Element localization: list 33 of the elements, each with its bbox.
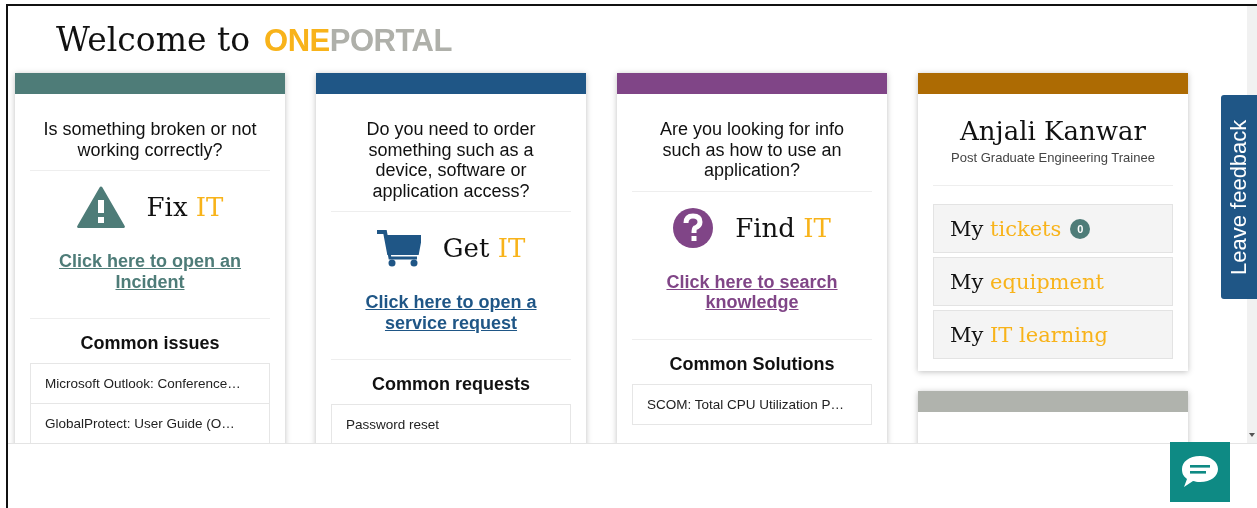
list-item[interactable]: Microsoft Outlook: Conference… xyxy=(30,363,270,404)
card-question: Is something broken or not working correctly? xyxy=(42,119,258,160)
feedback-tab[interactable]: Leave feedback xyxy=(1221,95,1257,299)
chat-bubble-icon xyxy=(1180,454,1220,490)
count-badge: 0 xyxy=(1070,218,1091,239)
card-title: Fix IT xyxy=(146,192,224,222)
card-question: Are you looking for info such as how to use an application? xyxy=(658,119,846,181)
link-label: My equipment xyxy=(950,269,1104,294)
profile-link[interactable]: My tickets 0 xyxy=(933,204,1173,253)
list-item[interactable]: SCOM: Total CPU Utilization P… xyxy=(632,383,872,425)
card-question: Do you need to order something such as a device, software or application access? xyxy=(365,119,537,201)
profile-link[interactable]: My equipment xyxy=(933,257,1173,306)
link-label: My IT learning xyxy=(950,322,1108,347)
portal-logo: ONEPORTAL xyxy=(264,25,452,56)
list-heading: Common requests xyxy=(372,374,530,395)
card-title: Find IT xyxy=(735,212,831,243)
card-link[interactable]: Click here to search knowledge xyxy=(642,271,862,313)
card-link[interactable]: Click here to open an Incident xyxy=(40,251,260,292)
list-heading: Common Solutions xyxy=(669,353,835,375)
list-item[interactable]: Password reset xyxy=(331,404,571,443)
warning-icon xyxy=(76,186,125,228)
question-icon xyxy=(673,207,714,248)
list-item[interactable]: GlobalProtect: User Guide (O… xyxy=(30,403,270,443)
user-role: Post Graduate Engineering Trainee xyxy=(951,150,1155,165)
list-heading: Common issues xyxy=(80,333,220,354)
card-link[interactable]: Click here to open a service request xyxy=(341,292,561,333)
welcome-heading: Welcome to xyxy=(56,23,251,56)
link-label: My tickets xyxy=(950,216,1062,241)
chat-button[interactable] xyxy=(1170,442,1230,502)
user-name: Anjali Kanwar xyxy=(960,116,1146,146)
card-title: Get IT xyxy=(442,233,526,263)
profile-link[interactable]: My IT learning xyxy=(933,310,1173,359)
cart-icon xyxy=(376,229,421,267)
